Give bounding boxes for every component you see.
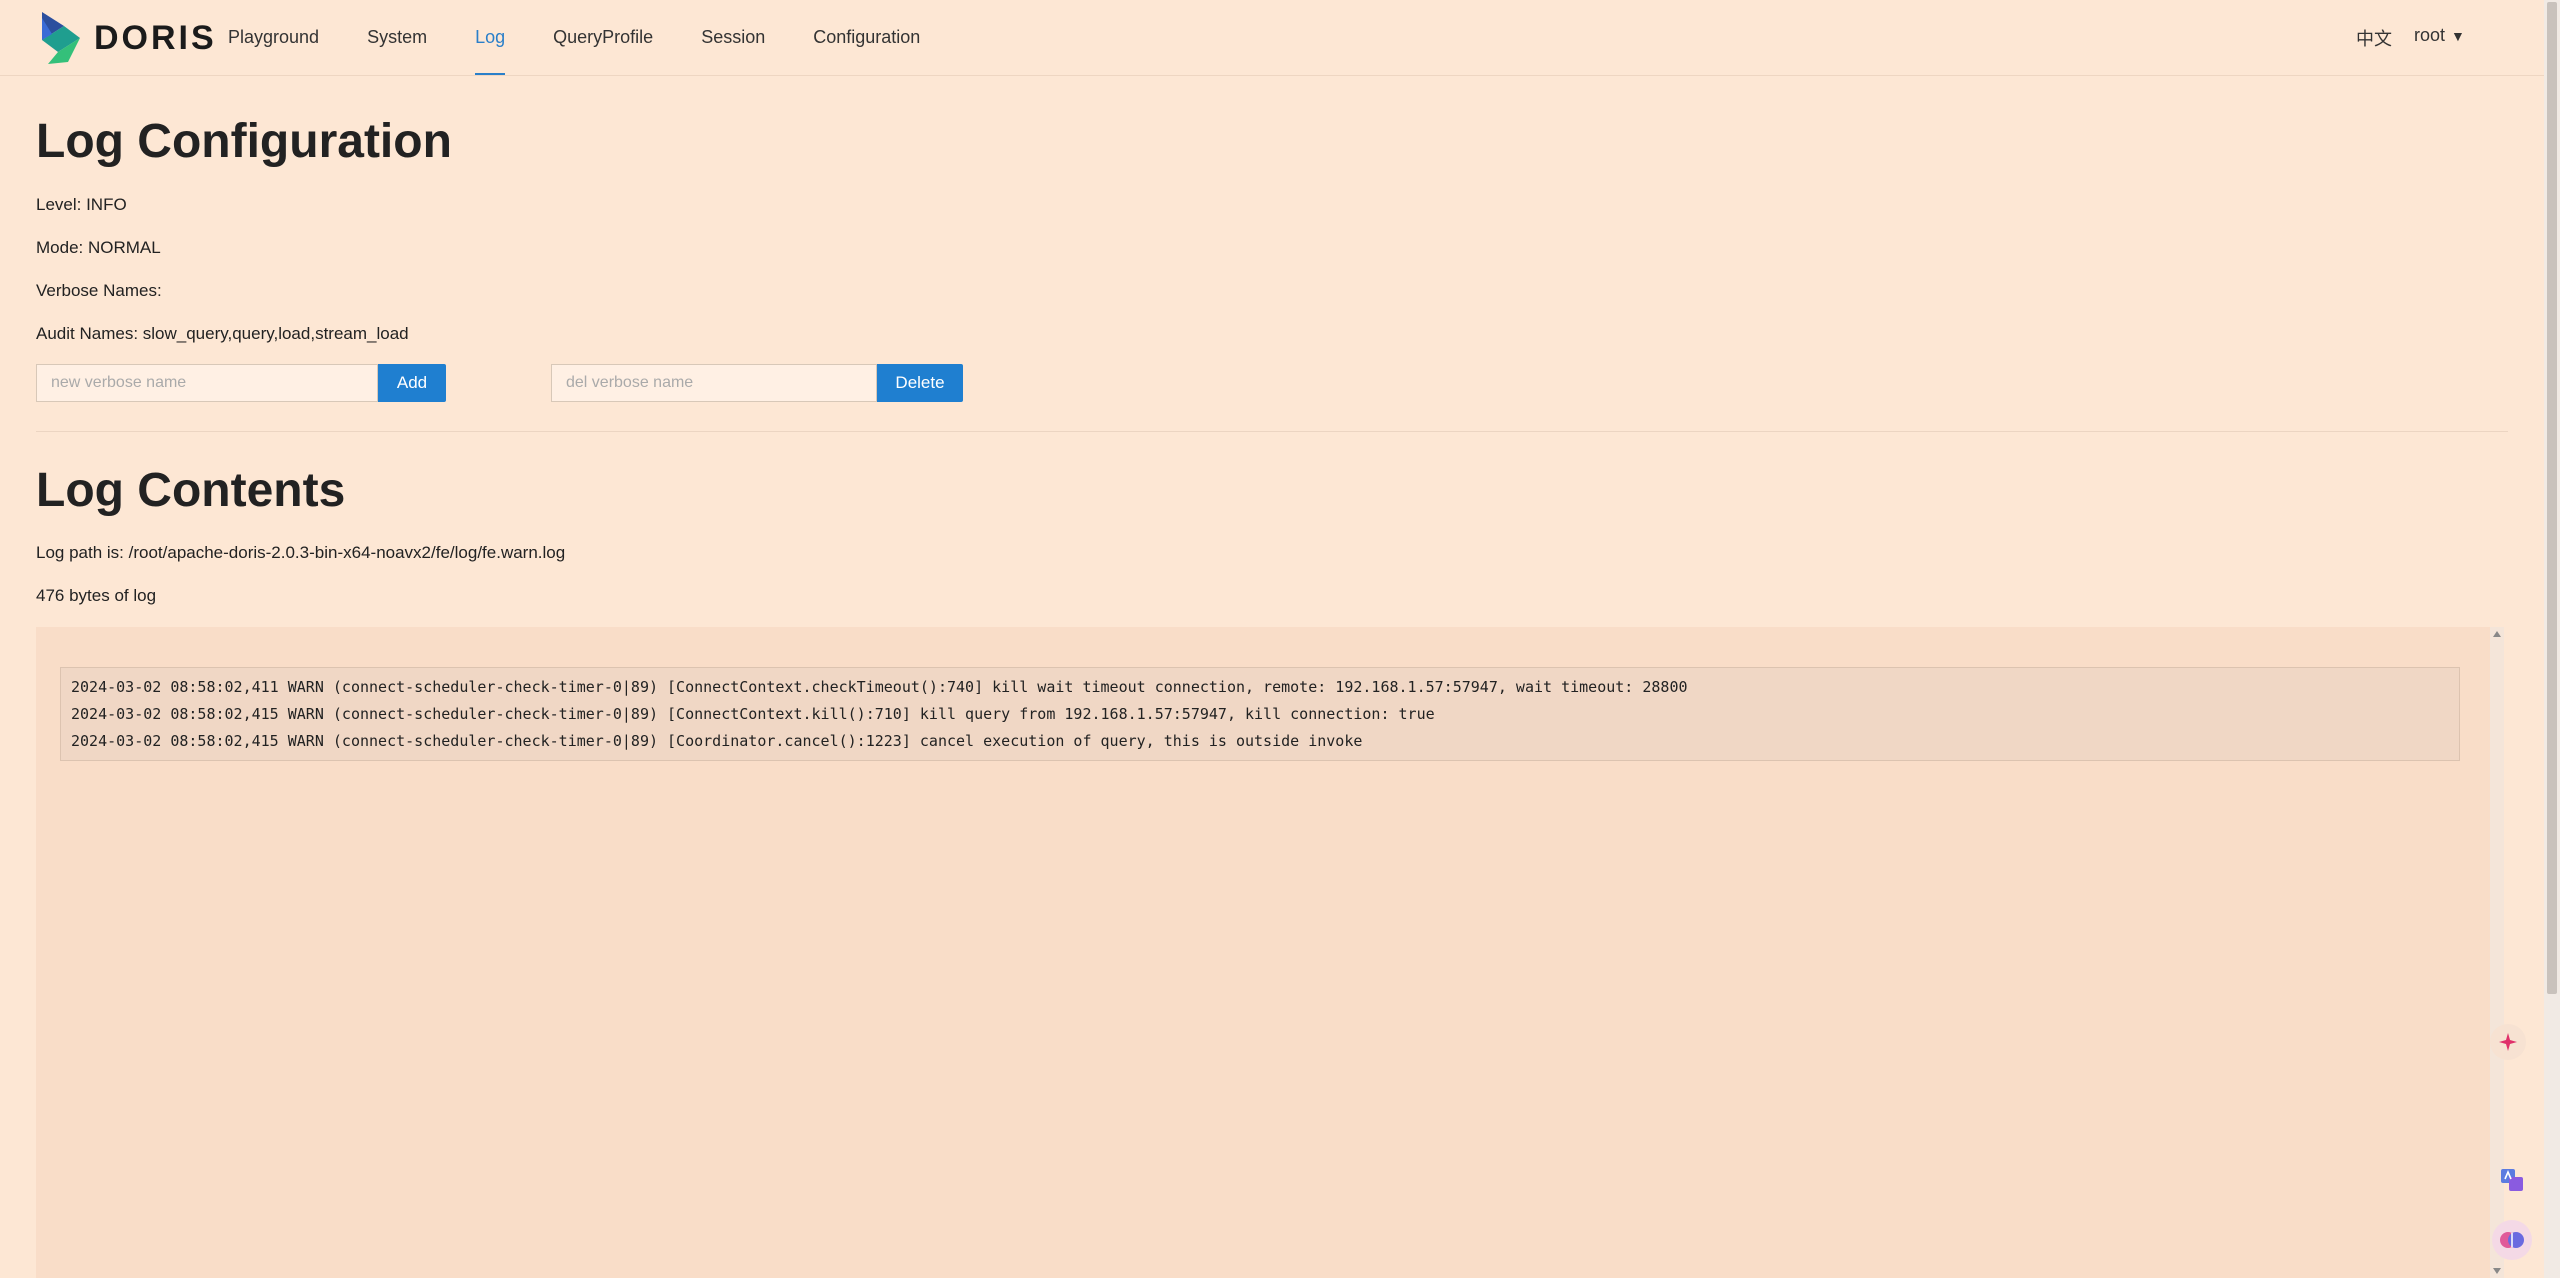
log-level: Level: INFO (36, 195, 127, 214)
doris-logo-icon (42, 12, 80, 64)
nav-playground[interactable]: Playground (228, 0, 319, 75)
log-line: 2024-03-02 08:58:02,415 WARN (connect-sc… (71, 705, 1435, 723)
ai-sparkle-button[interactable] (2490, 1024, 2526, 1060)
translate-button[interactable] (2496, 1164, 2528, 1196)
log-contents-title: Log Contents (36, 464, 346, 517)
nav-configuration[interactable]: Configuration (813, 0, 920, 75)
scroll-up-icon[interactable] (2493, 631, 2501, 637)
main-nav: Playground System Log QueryProfile Sessi… (228, 0, 968, 75)
delete-button[interactable]: Delete (877, 364, 963, 402)
log-panel: 2024-03-02 08:58:02,411 WARN (connect-sc… (36, 627, 2504, 1278)
page-scrollbar-thumb[interactable] (2547, 2, 2557, 994)
doris-logo[interactable]: DORIS (38, 10, 217, 66)
brain-icon (2500, 1232, 2524, 1248)
log-size: 476 bytes of log (36, 586, 157, 605)
log-configuration-title: Log Configuration (36, 115, 452, 168)
section-divider (36, 431, 2508, 432)
log-output: 2024-03-02 08:58:02,411 WARN (connect-sc… (60, 667, 2460, 761)
user-menu[interactable]: root ▼ (2414, 25, 2465, 46)
verbose-names: Verbose Names: (36, 281, 162, 300)
assistant-button[interactable] (2492, 1220, 2532, 1260)
user-name: root (2414, 25, 2446, 45)
brand-name: DORIS (94, 18, 217, 57)
log-mode: Mode: NORMAL (36, 238, 161, 257)
add-button[interactable]: Add (378, 364, 446, 402)
del-verbose-name-input[interactable]: del verbose name (551, 364, 877, 402)
scroll-down-icon[interactable] (2493, 1268, 2501, 1274)
log-line: 2024-03-02 08:58:02,411 WARN (connect-sc… (71, 678, 1688, 696)
sparkle-icon (2499, 1033, 2517, 1051)
nav-queryprofile[interactable]: QueryProfile (553, 0, 653, 75)
audit-names: Audit Names: slow_query,query,load,strea… (36, 324, 409, 343)
page-scrollbar[interactable] (2544, 0, 2560, 1278)
nav-session[interactable]: Session (701, 0, 765, 75)
caret-down-icon: ▼ (2451, 27, 2465, 44)
nav-log[interactable]: Log (475, 0, 506, 75)
top-navbar: DORIS Playground System Log QueryProfile… (0, 0, 2544, 76)
log-line: 2024-03-02 08:58:02,415 WARN (connect-sc… (71, 732, 1363, 750)
new-verbose-name-input[interactable]: new verbose name (36, 364, 378, 402)
nav-system[interactable]: System (367, 0, 427, 75)
log-path: Log path is: /root/apache-doris-2.0.3-bi… (36, 543, 566, 562)
language-switch[interactable]: 中文 (2356, 25, 2392, 51)
translate-icon (2501, 1169, 2523, 1191)
